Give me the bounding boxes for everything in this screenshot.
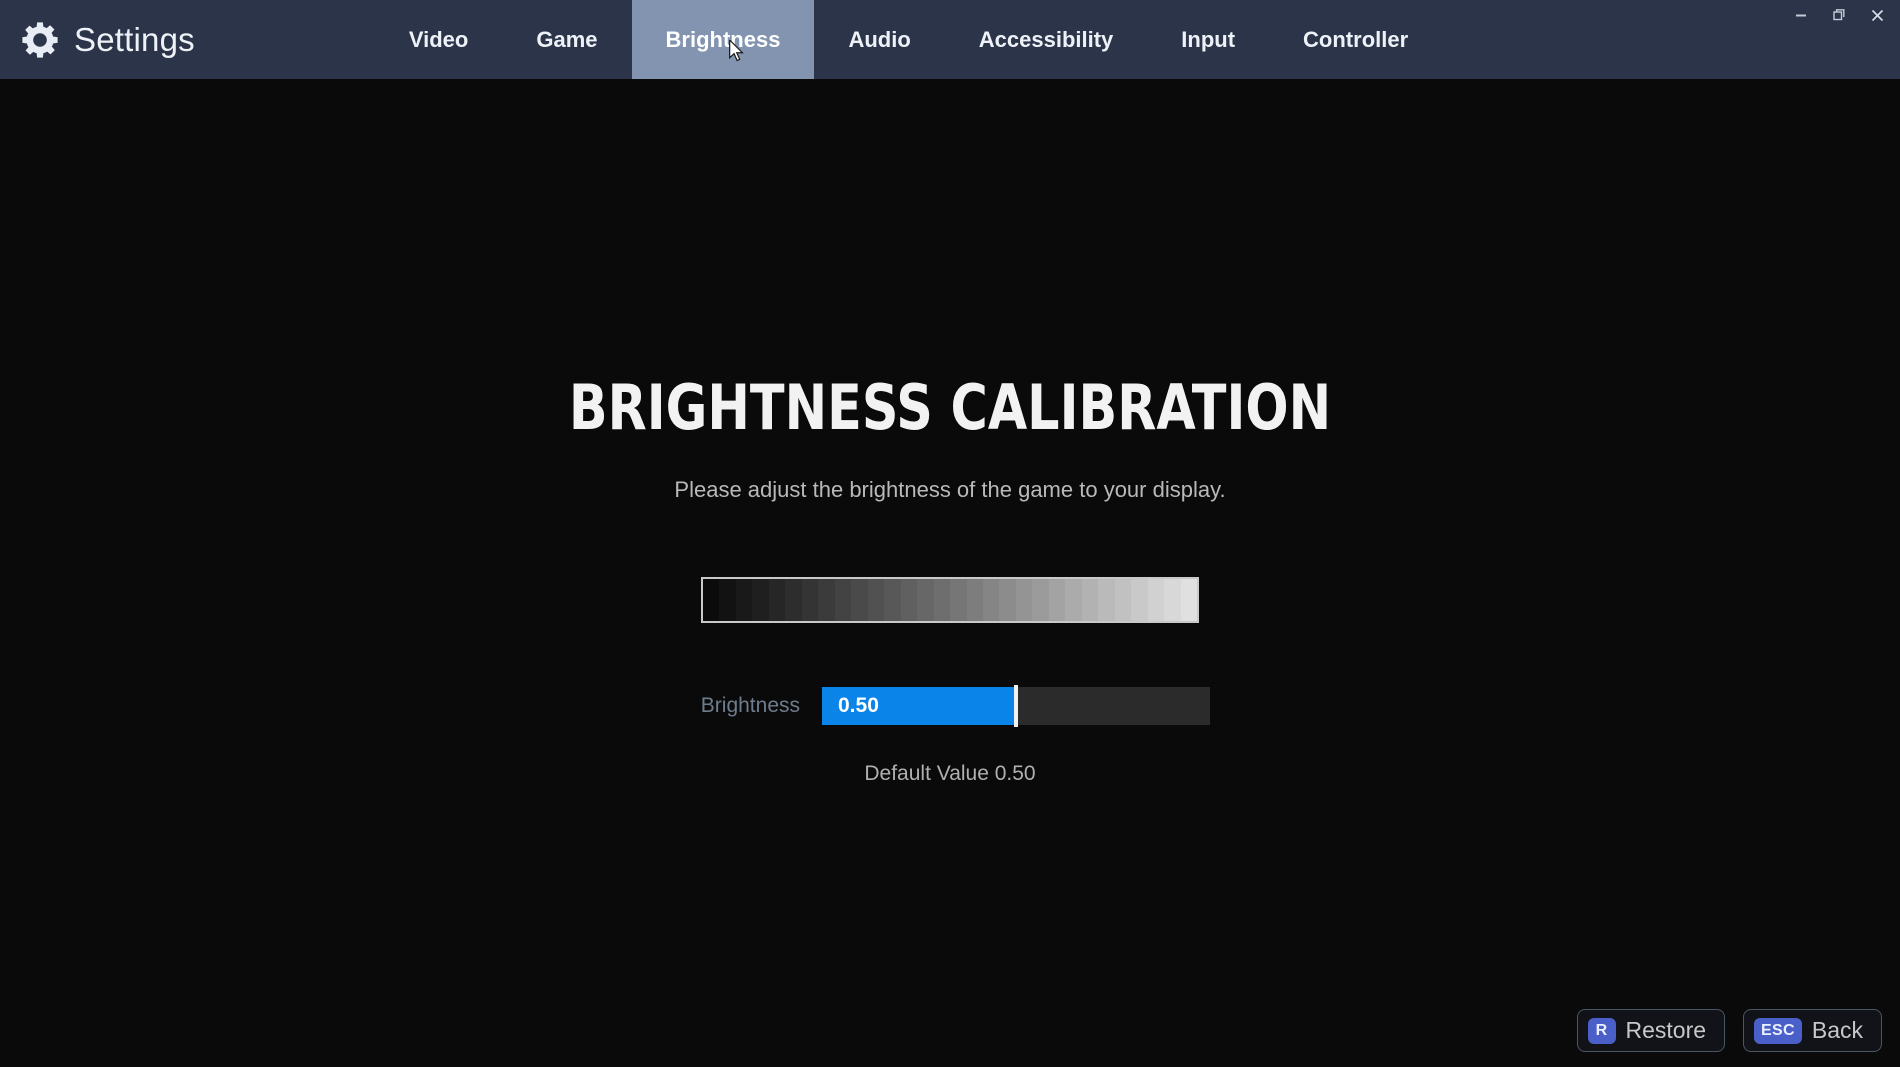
brightness-slider-fill: 0.50: [822, 687, 1016, 725]
page-subtitle: Please adjust the brightness of the game…: [674, 477, 1226, 502]
key-badge-esc: ESC: [1754, 1017, 1802, 1044]
gradient-step: [735, 579, 753, 621]
brightness-slider-value: 0.50: [838, 694, 879, 717]
gradient-step: [884, 579, 901, 621]
settings-tabs: Video Game Brightness Audio Accessibilit…: [375, 0, 1442, 79]
gear-icon: [20, 20, 60, 60]
tab-audio[interactable]: Audio: [814, 0, 944, 79]
gradient-step: [768, 579, 786, 621]
key-badge-r: R: [1587, 1017, 1616, 1044]
tab-brightness[interactable]: Brightness: [631, 0, 815, 79]
gradient-step: [1164, 579, 1181, 621]
gradient-step: [752, 579, 769, 621]
back-button-label: Back: [1811, 1017, 1863, 1043]
gradient-step: [1131, 579, 1148, 621]
gradient-step: [1081, 579, 1099, 621]
gradient-step: [1015, 579, 1033, 621]
gradient-step: [950, 579, 967, 621]
gradient-step: [1065, 579, 1082, 621]
gradient-step: [999, 579, 1016, 621]
gradient-step: [1048, 579, 1066, 621]
gradient-step: [834, 579, 852, 621]
page-title: BRIGHTNESS CALIBRATION: [568, 371, 1332, 444]
restore-button[interactable]: R Restore: [1576, 1009, 1726, 1052]
main-content: BRIGHTNESS CALIBRATION Please adjust the…: [0, 79, 1900, 1067]
restore-button-label: Restore: [1625, 1017, 1707, 1043]
gradient-step: [900, 579, 918, 621]
gradient-step: [1098, 579, 1115, 621]
app-title: Settings: [74, 20, 195, 58]
default-value-text: Default Value 0.50: [864, 762, 1036, 785]
minimize-icon[interactable]: [1784, 0, 1818, 30]
gradient-step: [917, 579, 934, 621]
gradient-step: [801, 579, 819, 621]
brightness-slider-row: Brightness 0.50: [690, 685, 1210, 727]
gradient-step: [719, 579, 736, 621]
brightness-slider-label: Brightness: [700, 694, 800, 717]
gradient-step: [1114, 579, 1132, 621]
gradient-step: [867, 579, 885, 621]
back-button[interactable]: ESC Back: [1743, 1009, 1882, 1052]
gradient-step: [703, 579, 720, 621]
tab-video[interactable]: Video: [375, 0, 503, 79]
app-brand: Settings: [0, 0, 195, 79]
brightness-gradient-bar: [701, 577, 1199, 623]
gradient-step: [1180, 579, 1197, 621]
restore-icon[interactable]: [1822, 0, 1856, 30]
footer-actions: R Restore ESC Back: [1576, 1009, 1882, 1052]
tab-controller[interactable]: Controller: [1269, 0, 1442, 79]
tab-game[interactable]: Game: [502, 0, 631, 79]
gradient-step: [1147, 579, 1165, 621]
close-icon[interactable]: [1860, 0, 1894, 30]
gradient-step: [1032, 579, 1049, 621]
tab-accessibility[interactable]: Accessibility: [945, 0, 1148, 79]
gradient-step: [818, 579, 835, 621]
window-controls: [1784, 0, 1894, 34]
title-bar: Settings Video Game Brightness Audio Acc…: [0, 0, 1900, 79]
gradient-step: [851, 579, 868, 621]
gradient-step: [785, 579, 802, 621]
brightness-slider[interactable]: 0.50: [822, 685, 1210, 727]
gradient-step: [966, 579, 983, 621]
gradient-step: [982, 579, 1000, 621]
gradient-step: [933, 579, 951, 621]
brightness-slider-handle[interactable]: [1014, 685, 1018, 727]
tab-input[interactable]: Input: [1147, 0, 1269, 79]
